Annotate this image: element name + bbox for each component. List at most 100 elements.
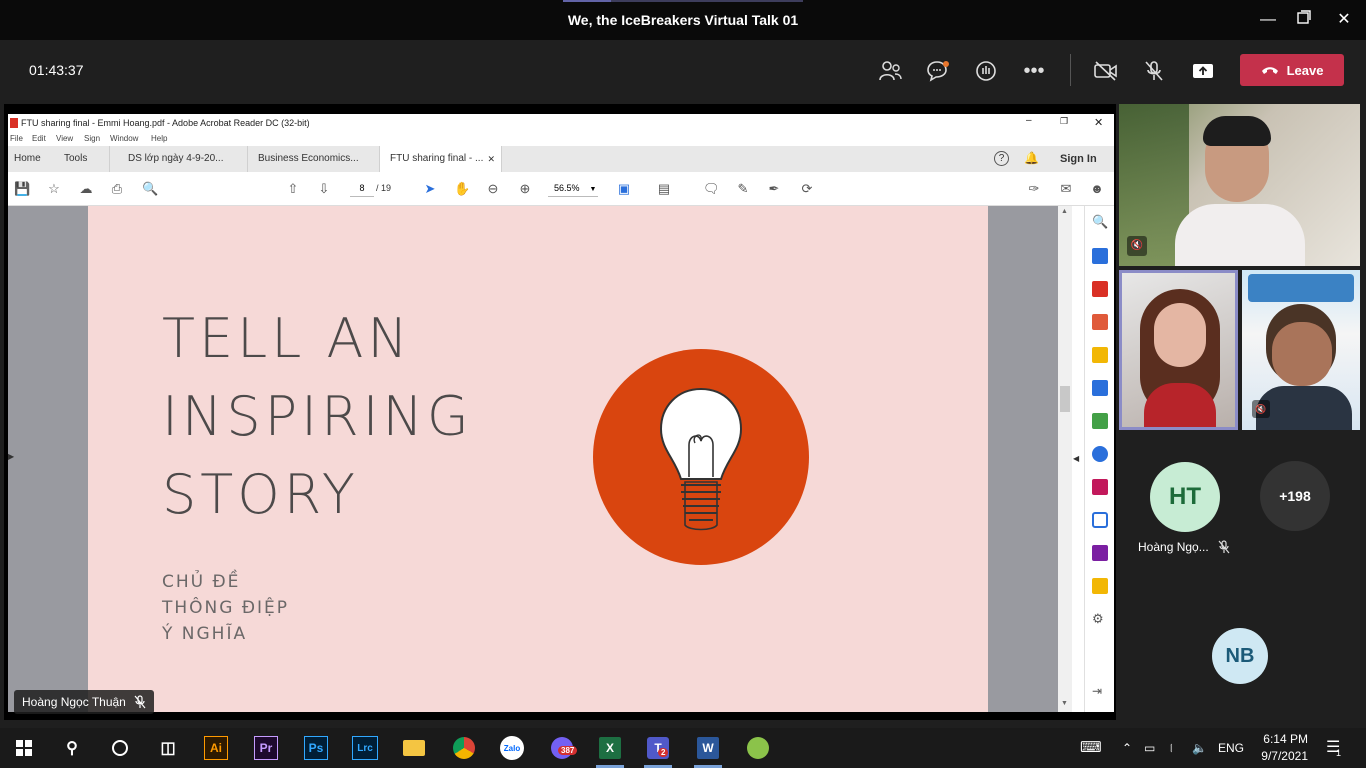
start-windows-icon[interactable] — [10, 734, 38, 762]
photoshop-icon[interactable]: Ps — [304, 736, 328, 760]
wifi-icon[interactable]: ⧙ — [1170, 728, 1173, 768]
hand-tool-icon[interactable]: ✋ — [454, 181, 470, 197]
more-options-icon[interactable]: ••• — [1019, 56, 1049, 86]
participant-nb-avatar[interactable]: NB — [1212, 628, 1268, 684]
acrobat-minimize-icon[interactable]: – — [1026, 115, 1032, 126]
camera-off-icon[interactable] — [1091, 56, 1121, 86]
participant-video-2-speaking[interactable] — [1119, 270, 1238, 430]
scroll-mode-icon[interactable]: ▤ — [656, 181, 672, 197]
mic-off-icon[interactable] — [1139, 56, 1169, 86]
volume-icon[interactable]: 🔈 — [1192, 728, 1207, 768]
customize-tools-icon[interactable]: ⚙ — [1092, 611, 1108, 627]
notification-bell-icon[interactable]: 🔔 — [1024, 151, 1039, 165]
clock[interactable]: 6:14 PM 9/7/2021 — [1258, 731, 1308, 765]
menu-window[interactable]: Window — [110, 134, 138, 143]
tab-document-2[interactable]: Business Economics... — [248, 146, 380, 172]
comment-icon[interactable]: 🗨 — [703, 181, 720, 197]
zoom-level-select[interactable]: 56.5% ▼ — [548, 183, 598, 197]
lightroom-icon[interactable]: Lrc — [352, 736, 378, 760]
tab-home[interactable]: Home — [8, 146, 60, 172]
comment-pane-icon[interactable] — [1092, 347, 1108, 363]
participant-ht-avatar[interactable]: HT — [1150, 462, 1220, 532]
send-signature-icon[interactable] — [1092, 545, 1108, 561]
menu-edit[interactable]: Edit — [32, 134, 46, 143]
collapse-pane-icon[interactable]: ⇥ — [1092, 684, 1108, 700]
touch-keyboard-icon[interactable]: ⌨ — [1080, 728, 1102, 768]
search-pane-icon[interactable]: 🔍 — [1092, 214, 1108, 230]
word-icon[interactable]: W — [694, 734, 722, 762]
share-screen-icon[interactable] — [1188, 56, 1218, 86]
highlight-pen-icon[interactable]: ✎ — [735, 181, 751, 197]
zalo-icon[interactable]: Zalo — [498, 734, 526, 762]
left-panel-toggle-icon[interactable]: ▶ — [8, 452, 14, 461]
cortana-icon[interactable] — [106, 734, 134, 762]
illustrator-icon[interactable]: Ai — [204, 736, 228, 760]
edit-pdf-icon[interactable] — [1092, 446, 1108, 462]
scroll-thumb[interactable] — [1060, 386, 1070, 412]
send-comments-icon[interactable] — [1092, 578, 1108, 594]
minimize-icon[interactable]: — — [1256, 8, 1280, 32]
task-view-icon[interactable]: ◫ — [154, 734, 182, 762]
create-pdf-icon[interactable] — [1092, 314, 1108, 330]
battery-icon[interactable]: ▭ — [1144, 728, 1155, 768]
upload-cloud-icon[interactable]: ☁ — [78, 181, 94, 197]
maximize-icon[interactable] — [1292, 8, 1316, 32]
participant-video-1[interactable]: 🔇 — [1119, 104, 1360, 266]
combine-files-icon[interactable] — [1092, 380, 1108, 396]
sign-in-link[interactable]: Sign In — [1060, 153, 1097, 165]
chat-icon[interactable] — [923, 56, 953, 86]
excel-icon[interactable]: X — [596, 734, 624, 762]
help-icon[interactable]: ? — [994, 151, 1009, 166]
teams-icon[interactable]: T 2 — [644, 734, 672, 762]
premiere-icon[interactable]: Pr — [254, 736, 278, 760]
input-language[interactable]: ENG — [1218, 728, 1244, 768]
document-viewer[interactable]: TELL AN INSPIRING STORY CHỦ ĐỀ THÔNG ĐIỆ… — [8, 206, 1058, 712]
find-zoom-icon[interactable]: 🔍 — [142, 181, 158, 197]
menu-sign[interactable]: Sign — [84, 134, 100, 143]
tab-document-3[interactable]: FTU sharing final - ... ✕ — [380, 146, 502, 172]
page-number-input[interactable]: 8 — [350, 183, 374, 197]
menu-help[interactable]: Help — [151, 134, 167, 143]
next-page-icon[interactable]: ⇩ — [316, 181, 332, 197]
add-user-icon[interactable]: ☻ — [1089, 181, 1105, 197]
export-pdf-icon[interactable] — [1092, 248, 1108, 264]
compress-icon[interactable] — [1092, 413, 1108, 429]
acrobat-restore-icon[interactable]: ❐ — [1060, 116, 1068, 127]
tab-close-icon[interactable]: ✕ — [487, 146, 495, 172]
show-hidden-icons-icon[interactable]: ⌃ — [1122, 728, 1132, 768]
acrobat-close-icon[interactable]: ✕ — [1094, 116, 1103, 129]
participants-icon[interactable] — [875, 56, 905, 86]
viber-icon[interactable]: 387 — [548, 734, 578, 762]
previous-page-icon[interactable]: ⇧ — [285, 181, 301, 197]
scroll-down-icon[interactable]: ▼ — [1061, 700, 1068, 707]
fill-sign-icon[interactable]: ✑ — [1026, 181, 1042, 197]
taskbar-search-icon[interactable]: ⚲ — [58, 734, 86, 762]
file-explorer-icon[interactable] — [400, 734, 428, 762]
bookmark-star-icon[interactable]: ☆ — [46, 181, 62, 197]
print-icon[interactable]: ⎙ — [109, 181, 125, 197]
email-icon[interactable]: ✉ — [1058, 181, 1074, 197]
scroll-up-icon[interactable]: ▲ — [1061, 208, 1068, 215]
raise-hand-icon[interactable] — [971, 56, 1001, 86]
zoom-out-icon[interactable]: ⊖ — [485, 181, 501, 197]
right-panel-toggle-icon[interactable]: ◀ — [1073, 454, 1079, 463]
leave-button[interactable]: Leave — [1240, 54, 1344, 86]
save-icon[interactable]: 💾 — [14, 181, 30, 197]
tracker-app-icon[interactable] — [744, 734, 772, 762]
tab-document-1[interactable]: DS lớp ngày 4-9-20... — [118, 146, 248, 172]
zoom-in-icon[interactable]: ⊕ — [517, 181, 533, 197]
chrome-icon[interactable] — [450, 734, 478, 762]
organize-pages-icon[interactable] — [1092, 281, 1108, 297]
vertical-scrollbar[interactable]: ▲ ▼ — [1058, 206, 1072, 712]
tab-tools[interactable]: Tools — [60, 146, 110, 172]
draw-icon[interactable]: ✒ — [766, 181, 782, 197]
select-cursor-icon[interactable]: ➤ — [422, 181, 438, 197]
close-icon[interactable]: ✕ — [1332, 8, 1356, 32]
menu-file[interactable]: File — [10, 134, 23, 143]
participant-video-3[interactable]: 🔇 — [1242, 270, 1360, 430]
fit-page-icon[interactable]: ▣ — [616, 181, 632, 197]
rotate-icon[interactable]: ⟳ — [799, 181, 815, 197]
menu-view[interactable]: View — [56, 134, 73, 143]
more-participants-button[interactable]: +198 — [1260, 461, 1330, 531]
fill-sign-pane-icon[interactable] — [1092, 479, 1108, 495]
